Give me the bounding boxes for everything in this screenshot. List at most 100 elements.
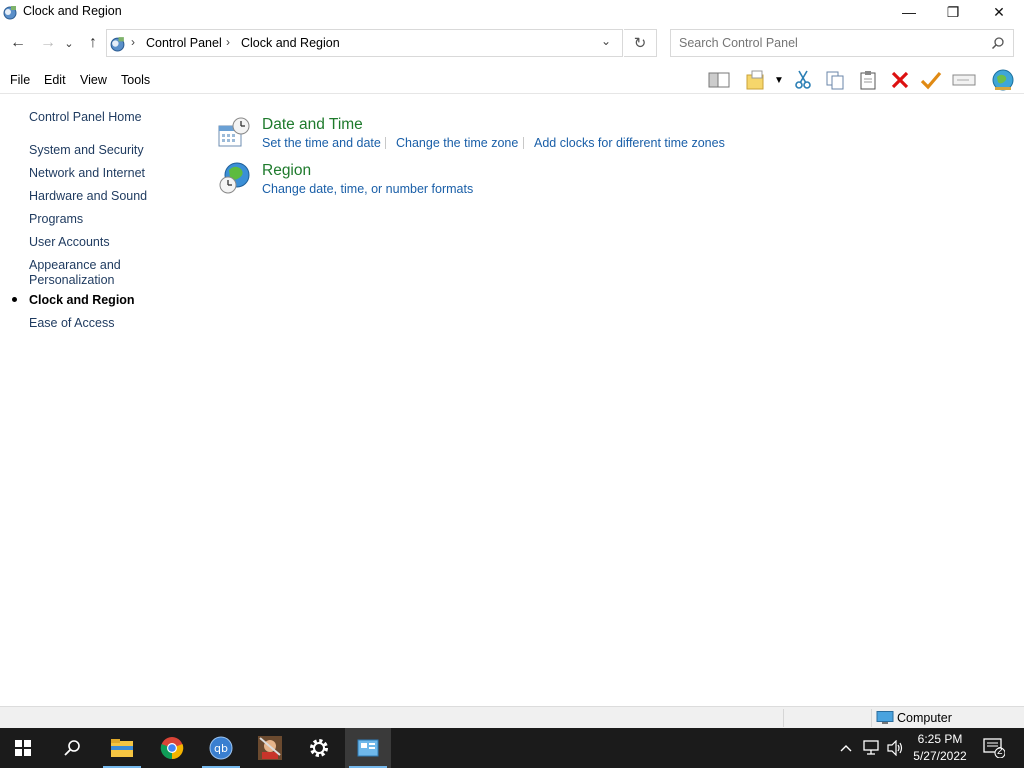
link-separator (385, 137, 386, 149)
new-folder-dropdown[interactable]: ▼ (770, 69, 788, 91)
rename-icon (952, 74, 976, 86)
cut-icon (795, 70, 811, 89)
minimize-icon: — (902, 4, 916, 20)
address-bar[interactable]: › Control Panel › Clock and Region ⌄ (106, 29, 623, 57)
taskbar-qbittorrent[interactable]: qb (198, 728, 244, 768)
nav-appearance-and-personalization[interactable]: Appearance and (29, 258, 121, 272)
window-title: Clock and Region (23, 4, 122, 18)
breadcrumb-clock-and-region[interactable]: Clock and Region (241, 36, 340, 50)
preview-pane-icon (708, 72, 730, 88)
up-button[interactable]: ↑ (83, 32, 103, 54)
network-status-button[interactable] (860, 728, 882, 768)
up-arrow-icon: ↑ (89, 34, 97, 51)
action-center-button[interactable]: 2 (980, 728, 1008, 768)
breadcrumb-control-panel[interactable]: Control Panel (146, 36, 222, 50)
minimize-button[interactable]: — (886, 0, 932, 24)
refresh-button[interactable]: ↻ (624, 29, 657, 57)
globe-button[interactable] (990, 69, 1016, 91)
properties-button[interactable] (918, 69, 944, 91)
change-time-zone-link[interactable]: Change the time zone (396, 136, 518, 150)
nav-network-and-internet[interactable]: Network and Internet (29, 166, 145, 180)
dropdown-arrow-icon: ▼ (774, 74, 784, 86)
taskbar-settings[interactable] (296, 728, 342, 768)
copy-icon (826, 71, 844, 90)
search-icon (64, 740, 80, 756)
new-folder-button[interactable] (742, 69, 768, 91)
forward-button[interactable]: → (38, 32, 58, 54)
forward-arrow-icon: → (40, 34, 56, 51)
menu-file[interactable]: File (10, 73, 30, 87)
cut-button[interactable] (790, 69, 816, 91)
qbittorrent-icon: qb (209, 736, 233, 760)
status-location: Computer (897, 711, 952, 725)
set-time-and-date-link[interactable]: Set the time and date (262, 136, 381, 150)
search-box[interactable] (670, 29, 1014, 57)
show-hidden-icons-button[interactable] (836, 728, 856, 768)
delete-button[interactable] (887, 69, 913, 91)
current-item-bullet (12, 297, 17, 302)
network-icon (863, 740, 879, 755)
chrome-icon (160, 737, 184, 760)
taskbar-control-panel[interactable] (345, 728, 391, 768)
paste-icon (860, 71, 876, 90)
change-formats-link[interactable]: Change date, time, or number formats (262, 182, 473, 196)
start-button[interactable] (0, 728, 46, 768)
new-folder-icon (746, 70, 764, 90)
date-and-time-icon[interactable] (217, 116, 251, 150)
windows-logo-icon (15, 740, 31, 756)
copy-button[interactable] (822, 69, 848, 91)
search-icon[interactable] (991, 36, 1005, 50)
nav-clock-and-region-current: Clock and Region (29, 293, 135, 307)
delete-icon (891, 71, 909, 89)
back-button[interactable]: ← (8, 32, 28, 54)
control-panel-icon (357, 739, 379, 757)
control-panel-window: Clock and Region — ❐ ✕ ← → ⌄ ↑ › Control… (0, 0, 1024, 728)
volume-button[interactable] (884, 728, 906, 768)
title-bar: Clock and Region — ❐ ✕ (0, 0, 1024, 24)
nav-control-panel-home[interactable]: Control Panel Home (29, 110, 142, 124)
paste-button[interactable] (855, 69, 881, 91)
preview-pane-button[interactable] (706, 69, 732, 91)
link-separator (523, 137, 524, 149)
close-icon: ✕ (993, 3, 1005, 20)
recent-locations-button[interactable]: ⌄ (62, 32, 76, 54)
date-and-time-title[interactable]: Date and Time (262, 116, 363, 134)
close-button[interactable]: ✕ (976, 0, 1022, 24)
add-clocks-link[interactable]: Add clocks for different time zones (534, 136, 725, 150)
nav-appearance-and-personalization-line2[interactable]: Personalization (29, 273, 114, 287)
taskbar-game[interactable] (247, 728, 293, 768)
restore-icon: ❐ (946, 3, 960, 20)
nav-user-accounts[interactable]: User Accounts (29, 235, 110, 249)
taskbar-search-button[interactable] (49, 728, 95, 768)
taskbar-file-explorer[interactable] (99, 728, 145, 768)
nav-hardware-and-sound[interactable]: Hardware and Sound (29, 189, 147, 203)
nav-ease-of-access[interactable]: Ease of Access (29, 316, 114, 330)
refresh-icon: ↻ (633, 35, 647, 52)
region-icon[interactable] (217, 161, 251, 195)
region-title[interactable]: Region (262, 162, 311, 180)
menu-tools[interactable]: Tools (121, 73, 150, 87)
status-divider (871, 709, 872, 727)
control-panel-icon (3, 6, 17, 20)
taskbar-chrome[interactable] (149, 728, 195, 768)
breadcrumb-separator[interactable]: › (131, 35, 135, 49)
menu-edit[interactable]: Edit (44, 73, 66, 87)
taskbar: qb 6:25 PM 5/27/2022 2 (0, 728, 1024, 768)
nav-system-and-security[interactable]: System and Security (29, 143, 144, 157)
clock-time: 6:25 PM (917, 732, 963, 746)
taskbar-clock[interactable]: 6:25 PM 5/27/2022 (905, 731, 975, 765)
search-input[interactable] (671, 30, 981, 56)
game-icon (258, 736, 282, 760)
volume-icon (887, 740, 903, 756)
breadcrumb-separator[interactable]: › (226, 35, 230, 49)
nav-programs[interactable]: Programs (29, 212, 83, 226)
computer-icon (876, 711, 894, 724)
restore-button[interactable]: ❐ (930, 0, 976, 24)
clock-date: 5/27/2022 (913, 749, 967, 763)
menu-bar: File Edit View Tools ▼ (0, 66, 1024, 94)
back-arrow-icon: ← (10, 34, 26, 51)
address-dropdown-icon[interactable]: ⌄ (601, 34, 611, 48)
menu-view[interactable]: View (80, 73, 107, 87)
control-panel-icon (110, 37, 125, 52)
rename-button[interactable] (951, 69, 977, 91)
